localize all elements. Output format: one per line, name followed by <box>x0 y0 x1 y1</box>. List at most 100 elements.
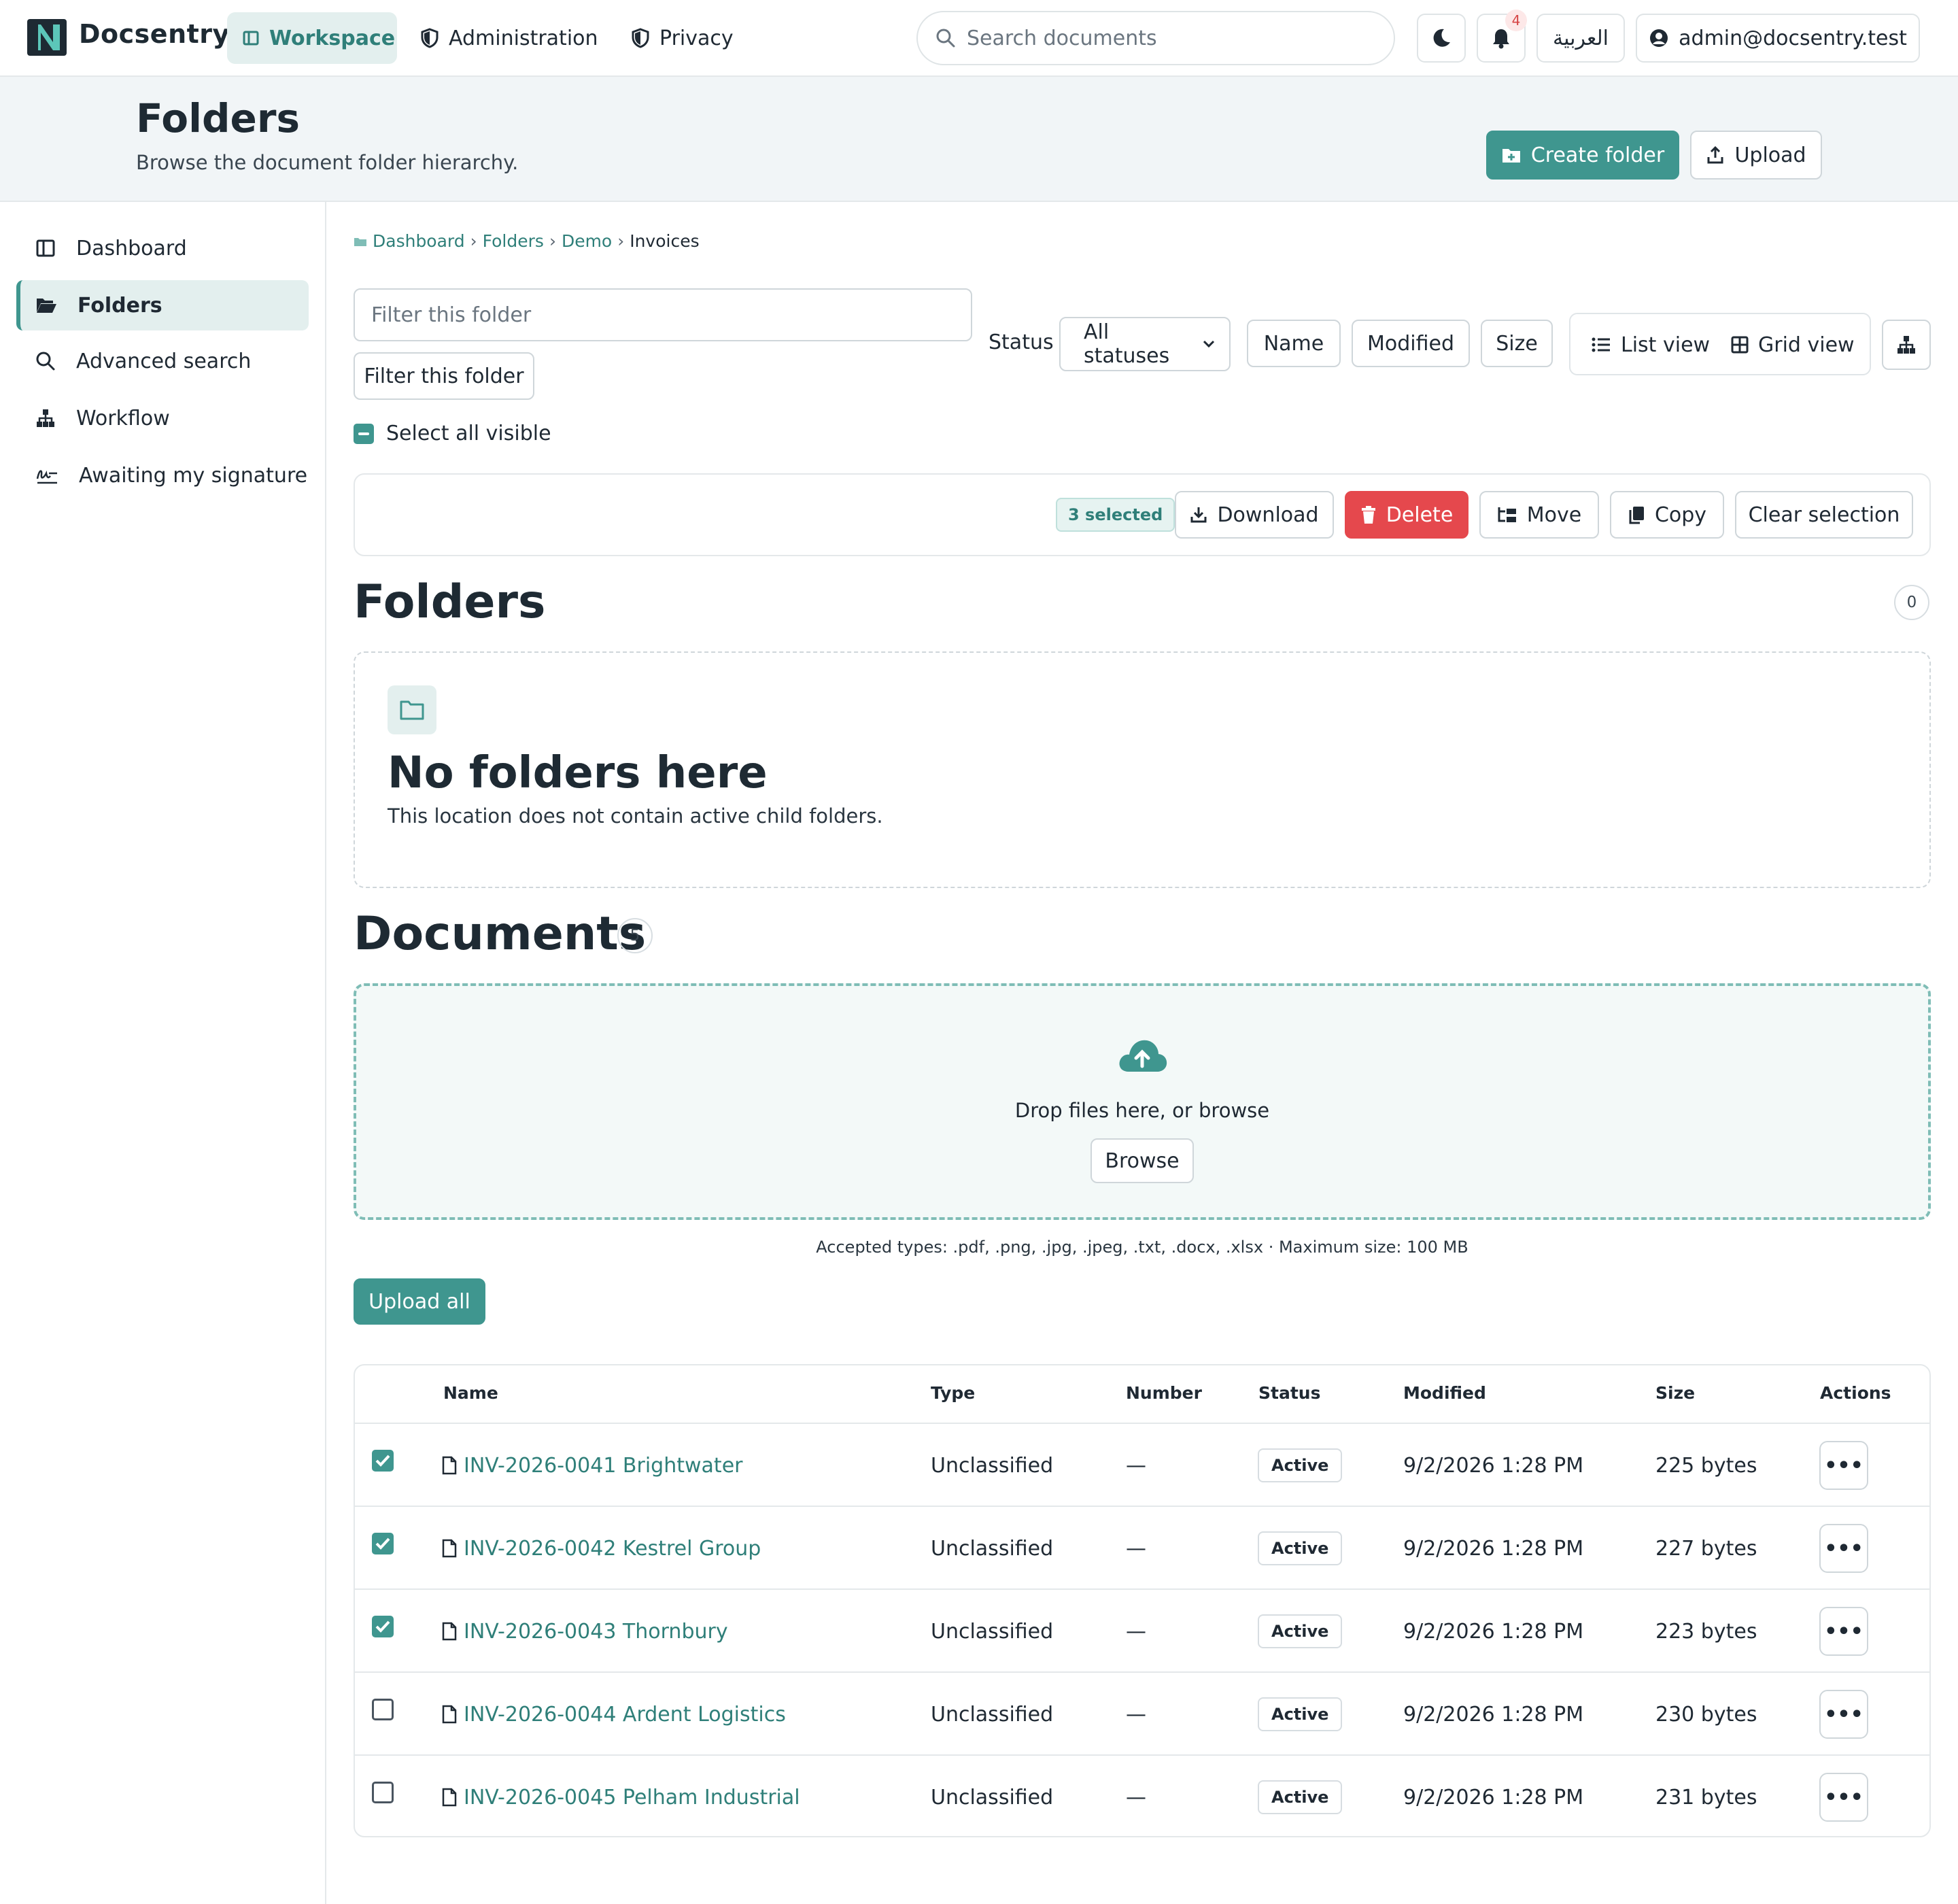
move-label: Move <box>1526 503 1582 527</box>
row-checkbox[interactable] <box>372 1533 394 1554</box>
document-link[interactable]: INV-2026-0042 Kestrel Group <box>442 1507 761 1590</box>
bulk-move-button[interactable]: Move <box>1479 491 1599 539</box>
clear-selection-button[interactable]: Clear selection <box>1735 491 1913 539</box>
brand-name[interactable]: Docsentry <box>79 19 230 49</box>
bulk-delete-button[interactable]: Delete <box>1345 491 1468 539</box>
user-menu-button[interactable]: admin@docsentry.test <box>1636 14 1920 63</box>
chevron-right-icon: › <box>617 231 625 251</box>
breadcrumb-link-folders[interactable]: Folders <box>483 231 544 251</box>
more-icon: ••• <box>1824 1619 1863 1644</box>
nav-tab-label: Privacy <box>659 26 734 50</box>
document-link[interactable]: INV-2026-0041 Brightwater <box>442 1424 742 1507</box>
delete-label: Delete <box>1386 503 1454 527</box>
sitemap-icon <box>1896 335 1917 355</box>
row-checkbox[interactable] <box>372 1782 394 1803</box>
bell-icon <box>1491 27 1511 49</box>
selected-count-badge: 3 selected <box>1056 498 1175 532</box>
table-row[interactable]: INV-2026-0041 Brightwater Unclassified —… <box>355 1423 1929 1506</box>
row-actions-button[interactable]: ••• <box>1819 1773 1868 1822</box>
chevron-down-icon <box>1202 339 1216 349</box>
bulk-copy-button[interactable]: Copy <box>1610 491 1724 539</box>
bulk-download-button[interactable]: Download <box>1175 491 1334 539</box>
table-row[interactable]: INV-2026-0044 Ardent Logistics Unclassif… <box>355 1671 1929 1754</box>
document-size: 227 bytes <box>1655 1536 1757 1561</box>
table-row[interactable]: INV-2026-0042 Kestrel Group Unclassified… <box>355 1506 1929 1588</box>
nav-tab-label: Workspace <box>269 26 396 50</box>
user-avatar-icon <box>1649 28 1669 48</box>
list-icon <box>1591 336 1611 354</box>
grid-view-button[interactable]: Grid view <box>1731 321 1855 369</box>
row-checkbox[interactable] <box>372 1699 394 1720</box>
file-icon <box>442 1788 457 1807</box>
row-actions-button[interactable]: ••• <box>1819 1441 1868 1490</box>
column-header-number[interactable]: Number <box>1126 1383 1202 1403</box>
row-actions-button[interactable]: ••• <box>1819 1524 1868 1573</box>
column-header-modified[interactable]: Modified <box>1403 1383 1486 1403</box>
download-label: Download <box>1217 503 1319 527</box>
nav-tab-workspace[interactable]: Workspace <box>227 12 397 64</box>
more-icon: ••• <box>1824 1536 1863 1561</box>
select-all-checkbox[interactable] <box>354 423 374 444</box>
copy-icon <box>1628 505 1645 524</box>
folders-count-badge: 0 <box>1894 585 1929 620</box>
list-view-button[interactable]: List view <box>1591 321 1710 369</box>
sidebar-item-workflow[interactable]: Workflow <box>16 393 309 443</box>
row-actions-button[interactable]: ••• <box>1819 1607 1868 1656</box>
nav-tab-privacy[interactable]: Privacy <box>616 12 752 64</box>
shield-icon <box>631 28 650 48</box>
document-type: Unclassified <box>931 1785 1054 1809</box>
document-number: — <box>1126 1785 1146 1809</box>
nav-tab-label: Administration <box>449 26 598 50</box>
status-badge: Active <box>1258 1780 1343 1814</box>
row-actions-button[interactable]: ••• <box>1819 1690 1868 1739</box>
sort-modified-button[interactable]: Modified <box>1352 320 1470 367</box>
status-select[interactable]: All statuses <box>1059 317 1231 371</box>
tree-view-button[interactable] <box>1882 320 1931 370</box>
language-button[interactable]: العربية <box>1536 14 1625 63</box>
theme-toggle-button[interactable] <box>1417 14 1466 63</box>
create-folder-label: Create folder <box>1530 143 1665 167</box>
filter-placeholder: Filter this folder <box>371 303 532 327</box>
create-folder-button[interactable]: Create folder <box>1486 131 1679 180</box>
document-link[interactable]: INV-2026-0045 Pelham Industrial <box>442 1756 800 1839</box>
docsentry-logo-icon[interactable] <box>26 18 68 57</box>
move-icon <box>1497 506 1517 524</box>
sidebar-item-advanced-search[interactable]: Advanced search <box>16 336 309 386</box>
select-all-label: Select all visible <box>386 422 551 445</box>
row-checkbox[interactable] <box>372 1616 394 1637</box>
upload-button[interactable]: Upload <box>1690 131 1822 180</box>
document-link[interactable]: INV-2026-0043 Thornbury <box>442 1590 728 1673</box>
status-select-value: All statuses <box>1084 320 1170 368</box>
nav-tab-administration[interactable]: Administration <box>405 12 602 64</box>
table-row[interactable]: INV-2026-0043 Thornbury Unclassified — A… <box>355 1588 1929 1671</box>
sidebar-item-folders[interactable]: Folders <box>16 280 309 330</box>
breadcrumb-link-demo[interactable]: Demo <box>562 231 612 251</box>
grid-icon <box>1731 336 1749 354</box>
column-header-type[interactable]: Type <box>931 1383 975 1403</box>
sidebar-item-awaiting-signature[interactable]: Awaiting my signature <box>16 450 309 500</box>
status-badge: Active <box>1258 1614 1343 1648</box>
sidebar-item-dashboard[interactable]: Dashboard <box>16 223 309 273</box>
document-name: INV-2026-0044 Ardent Logistics <box>464 1702 786 1727</box>
column-header-size[interactable]: Size <box>1655 1383 1695 1403</box>
document-number: — <box>1126 1702 1146 1727</box>
breadcrumb-link-dashboard[interactable]: Dashboard <box>373 231 465 251</box>
row-checkbox[interactable] <box>372 1450 394 1472</box>
document-link[interactable]: INV-2026-0044 Ardent Logistics <box>442 1673 786 1756</box>
table-row[interactable]: INV-2026-0045 Pelham Industrial Unclassi… <box>355 1754 1929 1837</box>
sort-size-button[interactable]: Size <box>1481 320 1553 367</box>
document-name: INV-2026-0042 Kestrel Group <box>464 1536 761 1561</box>
documents-section-title: Documents <box>354 907 647 961</box>
filter-folder-button[interactable]: Filter this folder <box>354 352 534 400</box>
sidebar-item-label: Advanced search <box>76 349 252 373</box>
signature-icon <box>35 465 58 486</box>
search-input[interactable]: Search documents <box>916 11 1395 65</box>
browse-button[interactable]: Browse <box>1090 1138 1194 1183</box>
file-icon <box>442 1705 457 1724</box>
upload-all-button[interactable]: Upload all <box>354 1278 485 1325</box>
column-header-name[interactable]: Name <box>443 1383 498 1403</box>
folder-filter-input[interactable]: Filter this folder <box>354 288 972 341</box>
select-all-visible[interactable]: Select all visible <box>354 422 551 445</box>
column-header-status[interactable]: Status <box>1258 1383 1320 1403</box>
sort-name-button[interactable]: Name <box>1247 320 1341 367</box>
